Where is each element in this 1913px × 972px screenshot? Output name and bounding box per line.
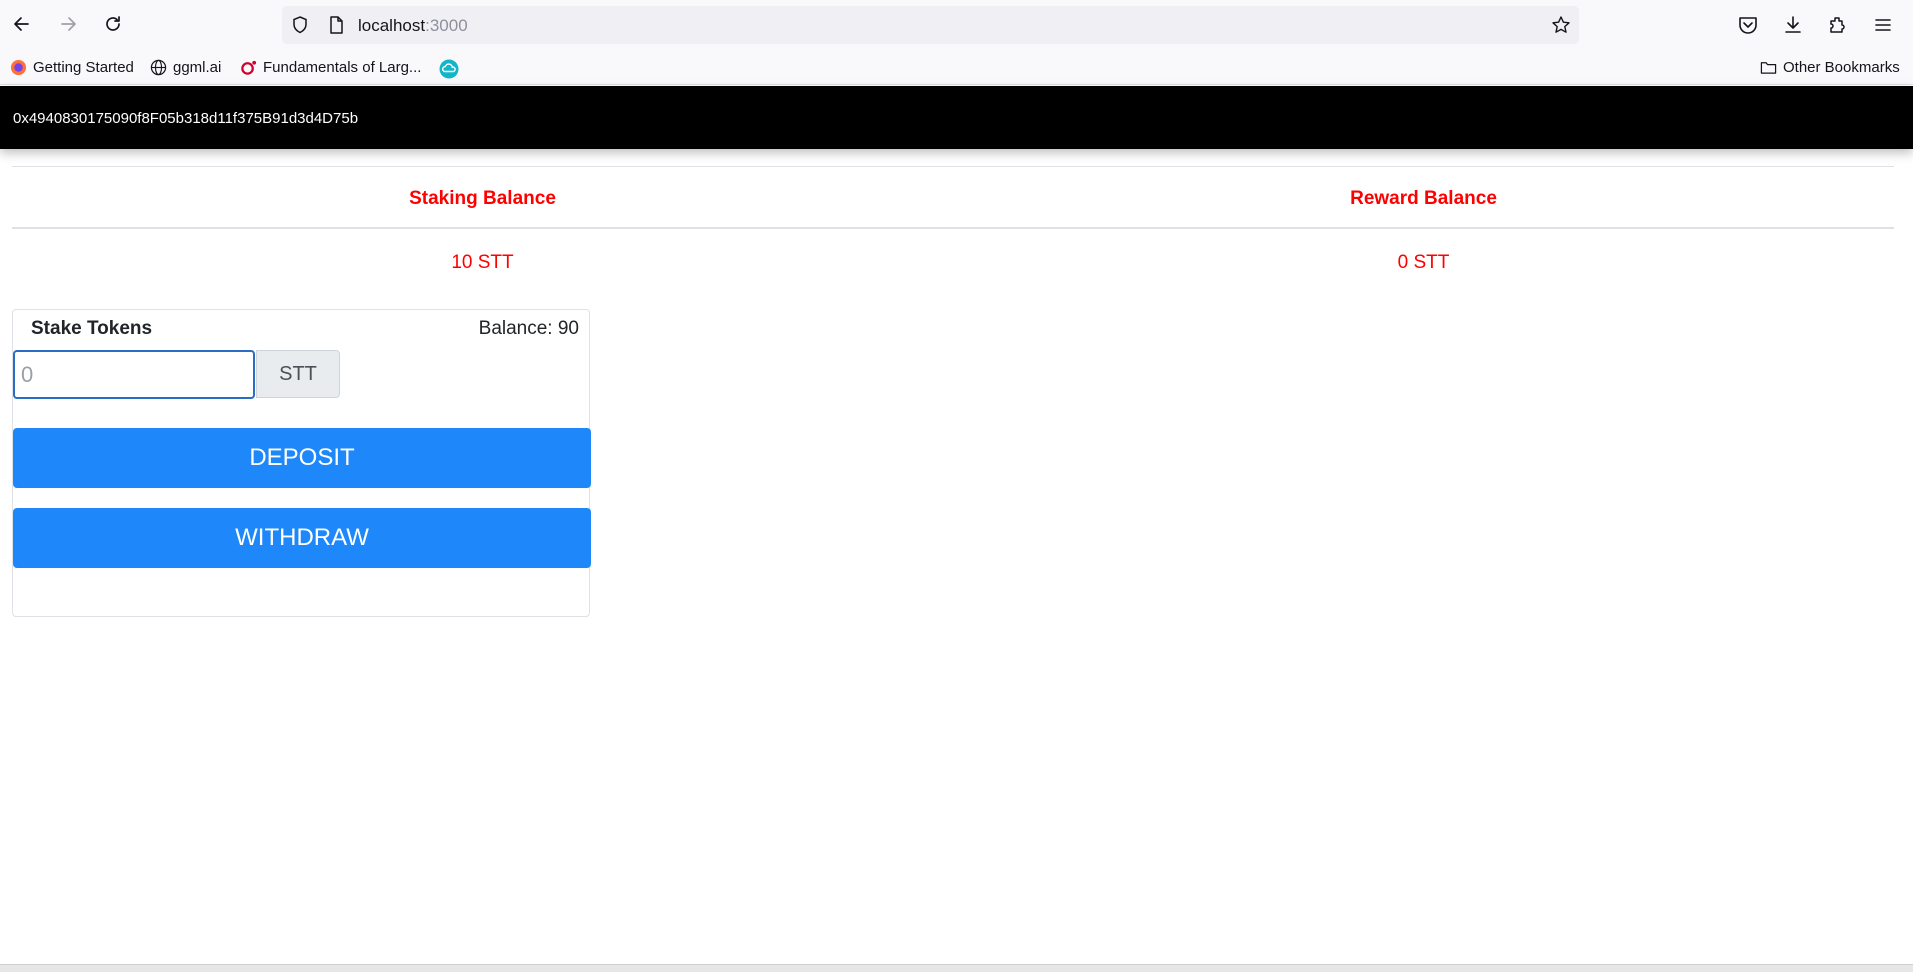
- reward-balance-value: 0 STT: [1397, 252, 1450, 273]
- app-navbar: 0x4940830175090f8F05b318d11f375B91d3d4D7…: [0, 86, 1913, 149]
- bookmark-label: Fundamentals of Larg...: [263, 59, 422, 76]
- token-unit-addon: STT: [256, 350, 340, 398]
- extensions-icon[interactable]: [1827, 14, 1849, 36]
- url-host: localhost: [358, 16, 426, 35]
- reload-button[interactable]: [97, 8, 129, 40]
- menu-icon[interactable]: [1872, 14, 1894, 36]
- bookmark-star-icon[interactable]: [1551, 15, 1571, 35]
- back-button[interactable]: [6, 8, 38, 40]
- url-port: :3000: [425, 16, 468, 35]
- token-balance: Balance: 90: [478, 318, 579, 339]
- deposit-button[interactable]: DEPOSIT: [13, 428, 591, 488]
- cloud-app-icon: [439, 59, 459, 79]
- table-header-rule: [12, 227, 1894, 229]
- bookmark-ggml[interactable]: ggml.ai: [150, 59, 221, 76]
- other-bookmarks-label: Other Bookmarks: [1783, 59, 1900, 76]
- bottom-scrollbar-strip: [0, 964, 1913, 972]
- bookmarks-bar: Getting Started ggml.ai Fundamentals of …: [0, 52, 1913, 85]
- other-bookmarks[interactable]: Other Bookmarks: [1760, 59, 1900, 76]
- account-address: 0x4940830175090f8F05b318d11f375B91d3d4D7…: [13, 110, 359, 127]
- pocket-icon[interactable]: [1737, 14, 1759, 36]
- folder-icon: [1760, 62, 1777, 74]
- bookmark-label: Getting Started: [33, 59, 134, 76]
- stake-card: Stake Tokens Balance: 90 STT DEPOSIT WIT…: [12, 309, 591, 617]
- forward-button[interactable]: [52, 8, 84, 40]
- downloads-icon[interactable]: [1782, 14, 1804, 36]
- staking-balance-value: 10 STT: [451, 252, 514, 273]
- shield-icon[interactable]: [290, 15, 310, 35]
- reload-icon: [106, 16, 120, 31]
- withdraw-button[interactable]: WITHDRAW: [13, 508, 591, 568]
- stake-amount-input[interactable]: [13, 350, 255, 399]
- stake-card-title: Stake Tokens: [31, 318, 153, 339]
- url-bar[interactable]: localhost:3000: [282, 6, 1579, 44]
- browser-toolbar: localhost:3000: [0, 0, 1913, 52]
- bookmark-label: ggml.ai: [173, 59, 222, 76]
- table-top-rule: [12, 166, 1894, 167]
- globe-icon: [150, 59, 167, 76]
- oreilly-icon: [241, 60, 257, 75]
- url-text[interactable]: localhost:3000: [358, 16, 468, 36]
- bookmark-cloud-app[interactable]: [439, 59, 459, 79]
- bookmark-getting-started[interactable]: Getting Started: [10, 59, 134, 76]
- staking-balance-header: Staking Balance: [409, 188, 556, 209]
- back-arrow-icon: [14, 17, 29, 31]
- firefox-icon: [10, 59, 27, 76]
- reward-balance-header: Reward Balance: [1350, 188, 1497, 209]
- forward-arrow-icon: [61, 17, 76, 31]
- bookmark-fundamentals[interactable]: Fundamentals of Larg...: [240, 59, 421, 76]
- page-icon[interactable]: [326, 15, 346, 35]
